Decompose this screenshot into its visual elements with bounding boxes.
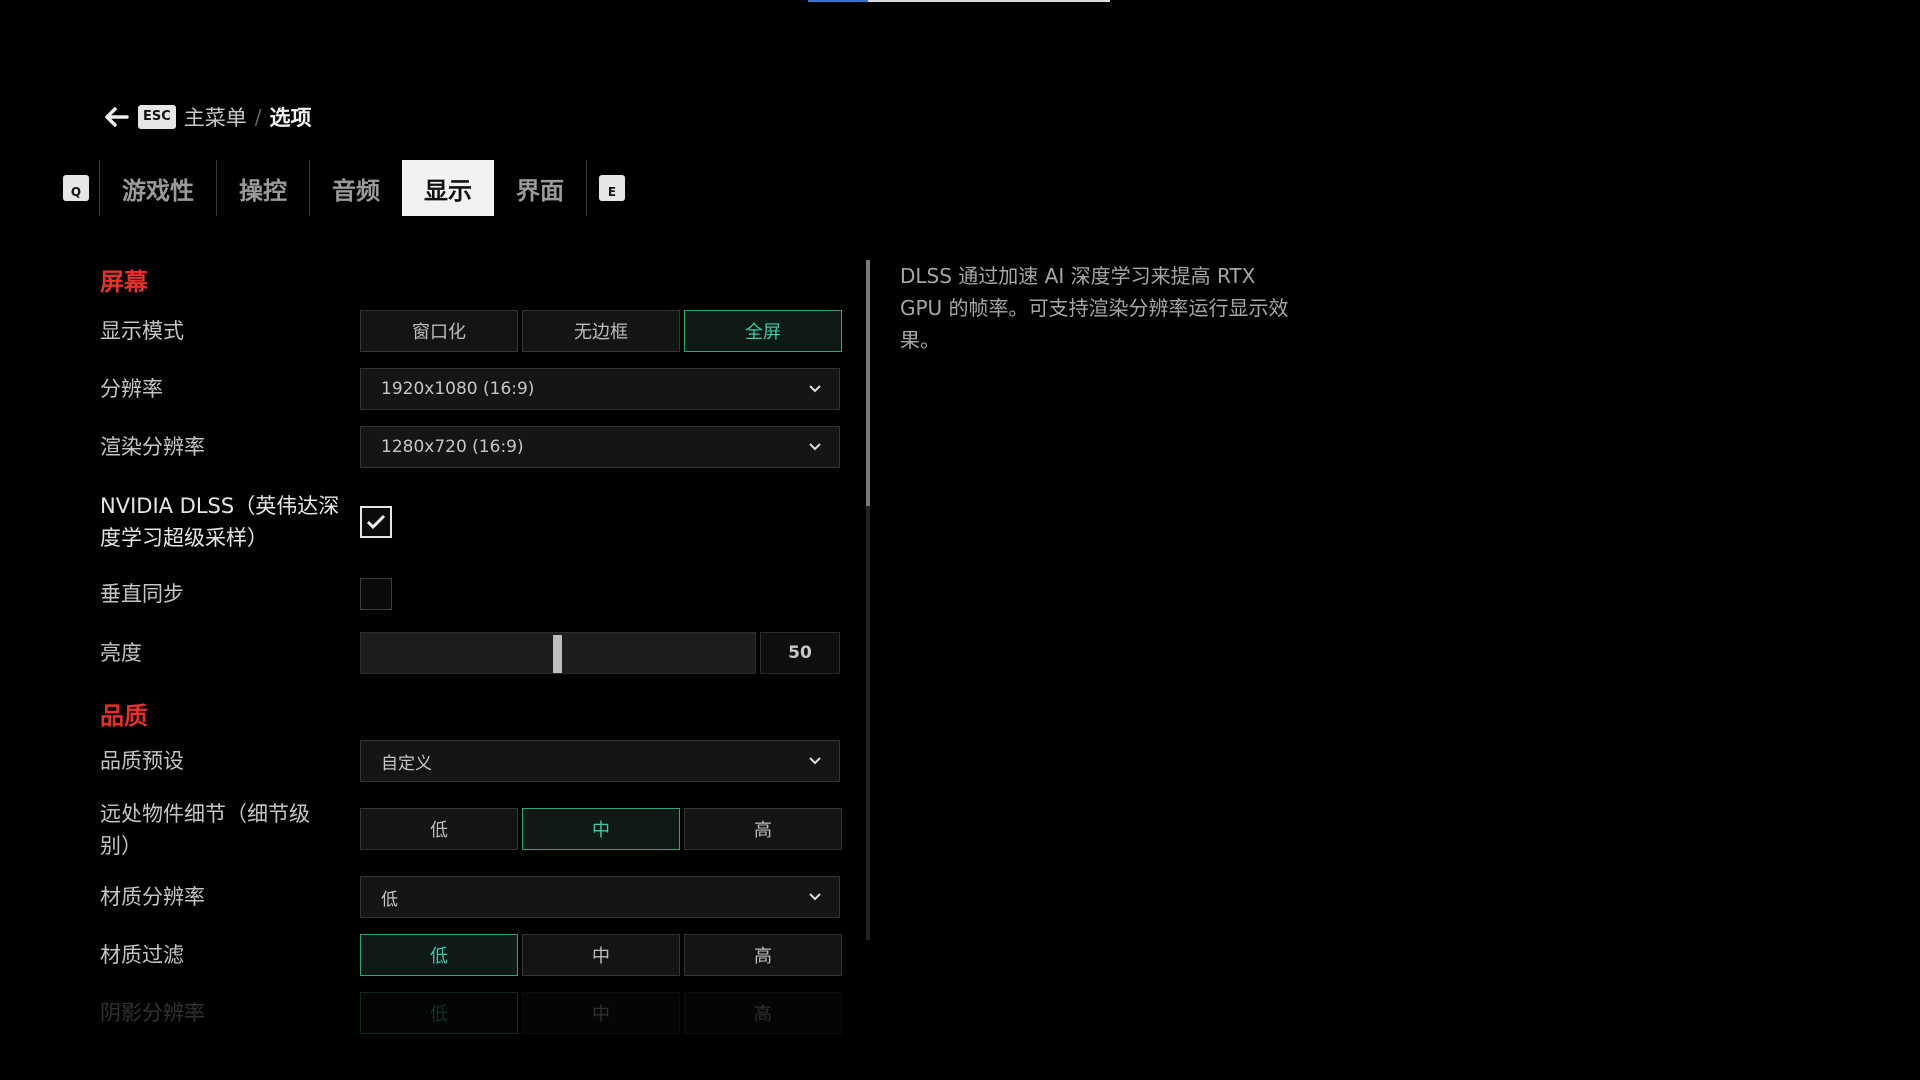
option-low[interactable]: 低: [360, 992, 518, 1034]
option-medium[interactable]: 中: [522, 992, 680, 1034]
tab-interface[interactable]: 界面: [494, 160, 586, 216]
setting-label: 分辨率: [100, 377, 163, 401]
tab-gameplay[interactable]: 游戏性: [100, 160, 216, 216]
setting-label: 显示模式: [100, 319, 184, 343]
tab-controls[interactable]: 操控: [217, 160, 309, 216]
dropdown-value: 1920x1080 (16:9): [381, 379, 535, 399]
back-arrow-icon[interactable]: [102, 103, 130, 131]
setting-label: 渲染分辨率: [100, 435, 205, 459]
brightness-slider[interactable]: [360, 632, 756, 674]
vsync-checkbox[interactable]: [360, 578, 392, 610]
option-low[interactable]: 低: [360, 808, 518, 850]
brightness-control: 50: [360, 632, 840, 674]
option-high[interactable]: 高: [684, 992, 842, 1034]
dlss-checkbox[interactable]: [360, 506, 392, 538]
slider-handle[interactable]: [553, 635, 562, 673]
section-title-screen: 屏幕: [100, 268, 148, 296]
setting-label: 阴影分辨率: [100, 1001, 205, 1025]
setting-render-resolution: 渲染分辨率 1280x720 (16:9): [100, 426, 844, 468]
setting-label: 材质过滤: [100, 943, 184, 967]
top-progress-bar: [808, 0, 1110, 2]
scrollbar-thumb[interactable]: [866, 260, 870, 506]
render-resolution-dropdown[interactable]: 1280x720 (16:9): [360, 426, 840, 468]
quality-preset-dropdown[interactable]: 自定义: [360, 740, 840, 782]
settings-scrollbar[interactable]: [866, 260, 870, 940]
chevron-down-icon: [809, 893, 821, 901]
chevron-down-icon: [809, 757, 821, 765]
breadcrumb-main-menu[interactable]: 主菜单: [184, 102, 247, 132]
option-high[interactable]: 高: [684, 808, 842, 850]
dropdown-value: 低: [381, 889, 398, 910]
display-mode-selector: 窗口化 无边框 全屏: [360, 310, 842, 352]
breadcrumb-separator: /: [254, 105, 262, 129]
next-tab-key-icon[interactable]: E: [599, 175, 625, 201]
option-medium[interactable]: 中: [522, 934, 680, 976]
texture-filter-selector: 低 中 高: [360, 934, 842, 976]
setting-description: DLSS 通过加速 AI 深度学习来提高 RTX GPU 的帧率。可支持渲染分辨…: [900, 264, 1289, 352]
option-windowed[interactable]: 窗口化: [360, 310, 518, 352]
option-borderless[interactable]: 无边框: [522, 310, 680, 352]
chevron-down-icon: [809, 443, 821, 451]
setting-label: 垂直同步: [100, 582, 184, 606]
tab-audio[interactable]: 音频: [310, 160, 402, 216]
top-progress-fill: [808, 0, 868, 2]
tab-bar: Q 游戏性 操控 音频 显示 界面 E: [63, 160, 625, 216]
breadcrumb-current: 选项: [269, 106, 312, 130]
option-low[interactable]: 低: [360, 934, 518, 976]
option-medium[interactable]: 中: [522, 808, 680, 850]
option-fullscreen[interactable]: 全屏: [684, 310, 842, 352]
prev-tab-key-icon[interactable]: Q: [63, 175, 89, 201]
setting-label: 品质预设: [100, 749, 184, 773]
brightness-value: 50: [760, 632, 840, 674]
dropdown-value: 自定义: [381, 753, 432, 774]
texture-resolution-dropdown[interactable]: 低: [360, 876, 840, 918]
dropdown-value: 1280x720 (16:9): [381, 437, 524, 457]
tab-display[interactable]: 显示: [402, 160, 494, 216]
option-high[interactable]: 高: [684, 934, 842, 976]
checkmark-icon: [366, 514, 386, 530]
lod-selector: 低 中 高: [360, 808, 842, 850]
breadcrumb: ESC 主菜单 / 选项: [102, 102, 312, 132]
tab-divider: [586, 160, 587, 216]
chevron-down-icon: [809, 385, 821, 393]
setting-label: 材质分辨率: [100, 885, 205, 909]
setting-texture-resolution: 材质分辨率 低: [100, 876, 844, 918]
setting-quality-preset: 品质预设 自定义: [100, 740, 844, 782]
setting-label: 远处物件细节（细节级别）: [100, 802, 310, 858]
setting-label: 亮度: [100, 641, 142, 665]
esc-key-icon: ESC: [138, 105, 176, 129]
setting-resolution: 分辨率 1920x1080 (16:9): [100, 368, 844, 410]
resolution-dropdown[interactable]: 1920x1080 (16:9): [360, 368, 840, 410]
setting-label: NVIDIA DLSS（英伟达深度学习超级采样）: [100, 494, 340, 550]
section-title-quality: 品质: [100, 702, 148, 730]
shadow-resolution-selector: 低 中 高: [360, 992, 842, 1034]
